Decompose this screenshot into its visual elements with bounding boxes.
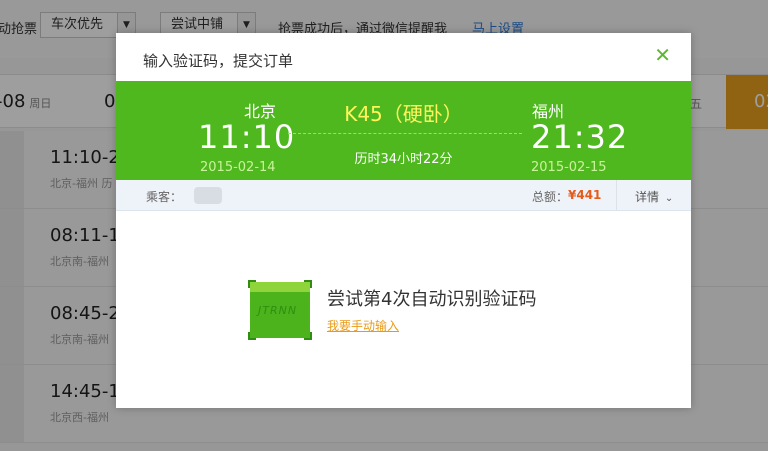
captcha-image: JTRNN xyxy=(250,282,310,338)
dialog-title: 输入验证码，提交订单 xyxy=(143,52,294,70)
details-label: 详情 xyxy=(635,190,660,204)
frame-corner xyxy=(248,332,256,340)
passenger-bar: 乘客： 总额： ¥441 详情 ⌄ xyxy=(116,180,691,211)
captcha-dialog: 输入验证码，提交订单 ✕ 北京 11:10 2015-02-14 K45（硬卧）… xyxy=(116,33,691,408)
captcha-band xyxy=(250,282,310,292)
total-label: 总额： xyxy=(532,190,569,204)
frame-corner xyxy=(248,280,256,288)
auto-recognize-status: 尝试第4次自动识别验证码 xyxy=(327,289,537,310)
close-icon[interactable]: ✕ xyxy=(654,45,671,65)
trip-summary: 北京 11:10 2015-02-14 K45（硬卧） 历时34小时22分 福州… xyxy=(116,81,691,180)
frame-corner xyxy=(304,332,312,340)
passenger-label: 乘客： xyxy=(146,190,183,204)
chevron-down-icon: ⌄ xyxy=(664,193,674,204)
captcha-glyph: JTRNN xyxy=(258,304,298,317)
passenger-name-redacted xyxy=(194,187,222,204)
frame-corner xyxy=(304,280,312,288)
total-price: ¥441 xyxy=(568,188,602,202)
route-divider xyxy=(288,133,522,134)
captcha-frame: JTRNN xyxy=(248,280,312,340)
arrival-time: 21:32 xyxy=(531,118,629,156)
details-toggle[interactable]: 详情 ⌄ xyxy=(616,180,691,210)
manual-input-link[interactable]: 我要手动输入 xyxy=(327,317,399,334)
arrival-date: 2015-02-15 xyxy=(531,160,607,175)
